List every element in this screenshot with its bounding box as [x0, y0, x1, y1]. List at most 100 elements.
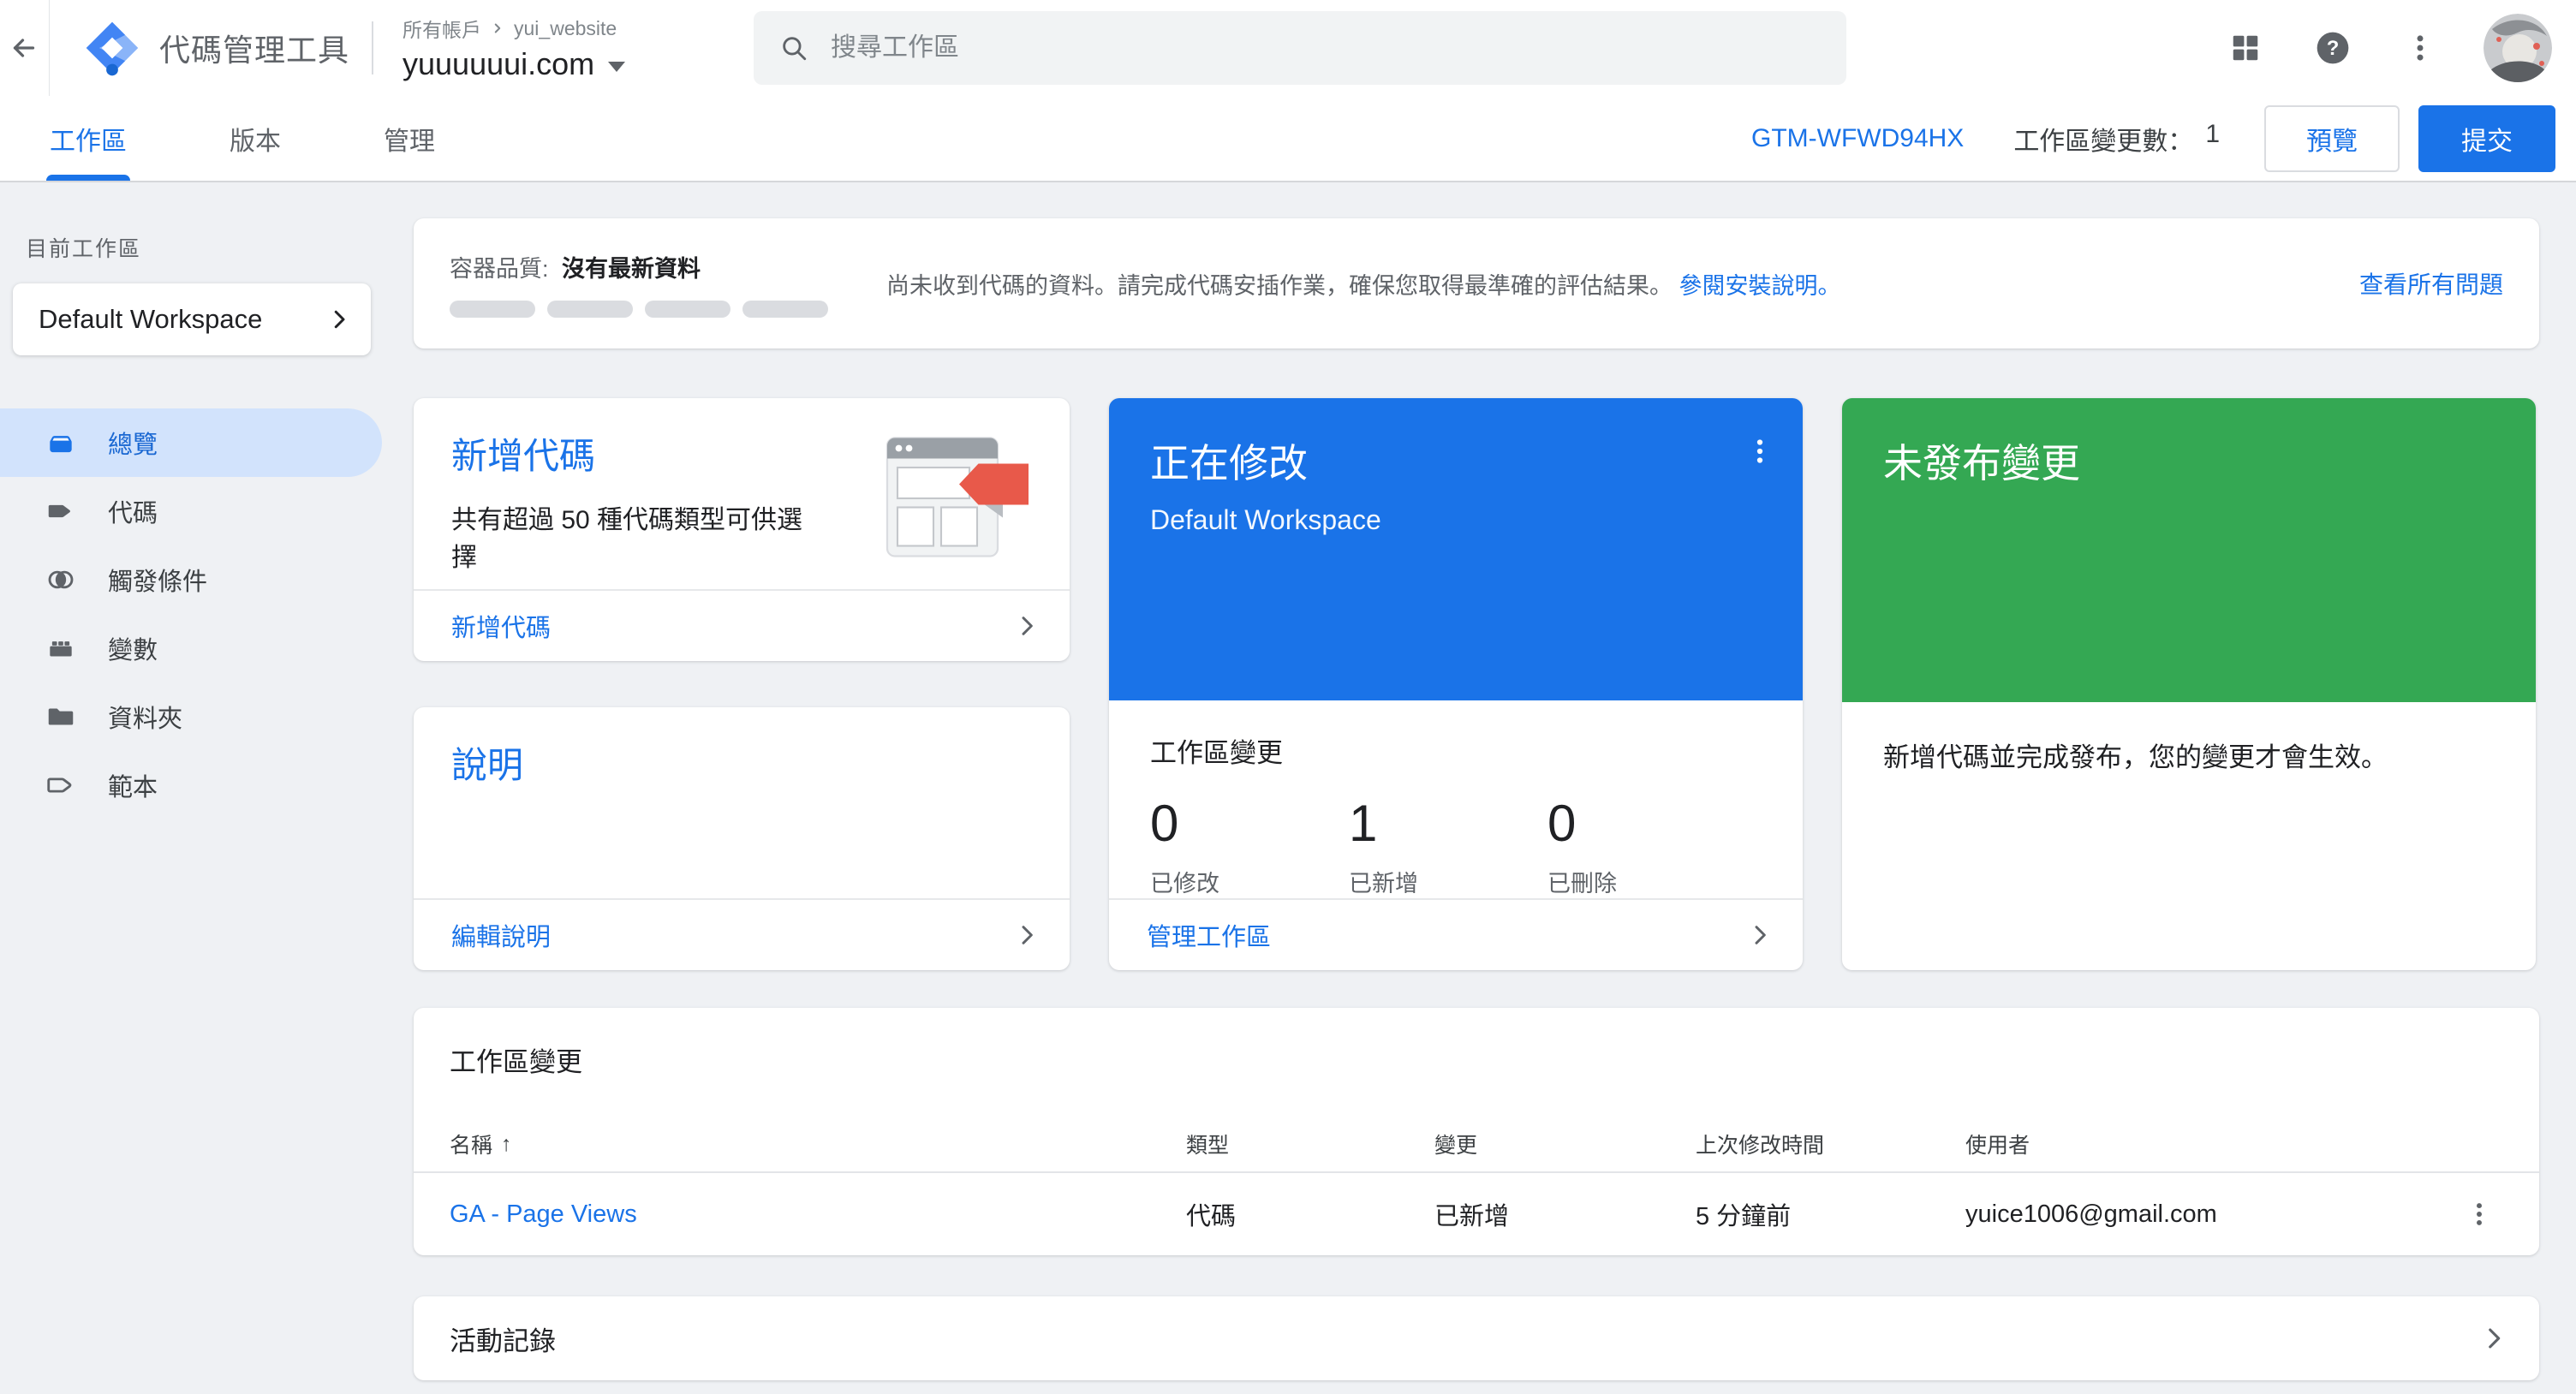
gtm-logo-icon: [84, 20, 140, 76]
workspace-grid-button[interactable]: [2221, 24, 2269, 72]
change-item-link[interactable]: GA - Page Views: [450, 1200, 637, 1228]
account-switcher[interactable]: 所有帳戶 yui_website yuuuuuui.com: [402, 14, 626, 82]
gtm-workspace-page: 代碼管理工具 所有帳戶 yui_website yuuuuuui.com ?: [0, 0, 2576, 1394]
container-tabbar: 工作區 版本 管理 GTM-WFWD94HX 工作區變更數： 1 預覽 提交: [0, 96, 2576, 182]
sidebar-menu: 總覽 代碼 觸發條件 變數 資料夾 範本: [0, 408, 399, 819]
sidebar-item-folders[interactable]: 資料夾: [0, 682, 399, 751]
column-change[interactable]: 變更: [1434, 1129, 1696, 1159]
tabs: 工作區 版本 管理: [46, 96, 438, 181]
sidebar-item-triggers[interactable]: 觸發條件: [0, 545, 399, 614]
container-id-link[interactable]: GTM-WFWD94HX: [1751, 124, 1964, 153]
description-title: 說明: [451, 745, 524, 785]
breadcrumb: 所有帳戶 yui_website: [402, 14, 625, 43]
new-tag-card: 新增代碼 共有超過 50 種代碼類型可供選擇 新增代碼: [414, 398, 1070, 661]
search-icon: [783, 37, 807, 61]
editing-title: 正在修改: [1150, 441, 1308, 486]
workspace-selector[interactable]: Default Workspace: [13, 283, 371, 355]
quality-meter-segment: [450, 300, 535, 318]
workspace-changes-title: 工作區變更: [1150, 738, 1283, 768]
app-title: 代碼管理工具: [159, 33, 350, 68]
change-item-modified: 5 分鐘前: [1696, 1203, 1792, 1230]
tag-illustration: [885, 431, 1039, 568]
submit-button[interactable]: 提交: [2418, 104, 2555, 172]
tabbar-actions: GTM-WFWD94HX 工作區變更數： 1 預覽 提交: [1751, 96, 2555, 181]
install-guide-link[interactable]: 參閱安裝說明。: [1679, 273, 1841, 299]
quality-summary: 容器品質: 沒有最新資料: [450, 250, 852, 318]
sidebar-item-overview[interactable]: 總覽: [0, 408, 382, 477]
table-header-row: 名稱 ↑ 類型 變更 上次修改時間 使用者: [414, 1117, 2539, 1171]
chevron-right-icon: [1755, 926, 1766, 944]
tab-admin[interactable]: 管理: [380, 96, 438, 181]
chevron-right-icon: [1022, 926, 1033, 944]
sidebar-item-tags[interactable]: 代碼: [0, 477, 399, 545]
description-card: 說明 編輯說明: [414, 707, 1070, 970]
changes-count-value: 1: [2205, 119, 2220, 148]
column-type[interactable]: 類型: [1186, 1129, 1434, 1159]
activity-log-card[interactable]: 活動記錄: [414, 1296, 2539, 1380]
help-button[interactable]: ?: [2309, 24, 2357, 72]
overview-icon: [50, 436, 72, 453]
stat-added: 1 已新增: [1349, 795, 1418, 897]
breadcrumb-account: yui_website: [514, 16, 617, 39]
header-actions: ?: [2221, 0, 2552, 96]
unpublished-changes-card: 未發布變更 新增代碼並完成發布，您的變更才會生效。: [1842, 398, 2536, 970]
user-avatar[interactable]: [2484, 14, 2552, 82]
workspace-changes-stats: 0 已修改 1 已新增 0 已刪除: [1150, 794, 1762, 898]
unpublished-description: 新增代碼並完成發布，您的變更才會生效。: [1883, 742, 2388, 772]
workspace-name: Default Workspace: [39, 304, 263, 334]
back-button[interactable]: [0, 0, 48, 96]
sidebar: 目前工作區 Default Workspace 總覽 代碼 觸發條件 變數 資料…: [0, 184, 399, 1394]
quality-meter-segment: [742, 300, 828, 318]
quality-value: 沒有最新資料: [562, 255, 701, 282]
sort-ascending-icon: ↑: [501, 1131, 512, 1156]
table-title: 工作區變更: [450, 1047, 582, 1077]
sidebar-item-variables[interactable]: 變數: [0, 614, 399, 682]
row-menu-button[interactable]: [2455, 1190, 2503, 1238]
chevron-right-icon: [334, 310, 345, 329]
change-item-user: yuice1006@gmail.com: [1965, 1200, 2217, 1228]
tab-workspace[interactable]: 工作區: [46, 96, 130, 181]
manage-workspace-button[interactable]: 管理工作區: [1109, 898, 1803, 970]
new-tag-description: 共有超過 50 種代碼類型可供選擇: [451, 506, 803, 572]
editing-workspace-name: Default Workspace: [1150, 504, 1381, 535]
more-vertical-icon: [1756, 439, 1763, 463]
trigger-icon: [48, 570, 74, 589]
workspace-changes-count: 工作區變更數： 1: [2013, 119, 2220, 156]
column-last-modified[interactable]: 上次修改時間: [1696, 1129, 1965, 1159]
sidebar-item-templates[interactable]: 範本: [0, 751, 399, 819]
workspace-search: [754, 11, 1846, 85]
more-vertical-icon: [2417, 35, 2424, 61]
template-icon: [47, 777, 72, 793]
breadcrumb-chevron-icon: [494, 23, 501, 33]
more-options-button[interactable]: [2396, 24, 2444, 72]
column-user[interactable]: 使用者: [1965, 1129, 2452, 1159]
quality-label: 容器品質:: [450, 255, 549, 282]
chevron-right-icon: [2489, 1328, 2501, 1349]
dropdown-caret-icon: [608, 62, 626, 72]
unpublished-title: 未發布變更: [1883, 441, 2080, 486]
current-workspace-label: 目前工作區: [26, 237, 142, 261]
edit-description-button[interactable]: 編輯說明: [414, 898, 1070, 970]
help-icon: ?: [2317, 32, 2349, 64]
folder-icon: [48, 708, 74, 725]
tag-icon: [48, 504, 70, 518]
header-edge-divider: [49, 0, 50, 96]
editing-card-menu-button[interactable]: [1736, 427, 1784, 475]
arrow-left-icon: [13, 39, 35, 57]
column-name[interactable]: 名稱 ↑: [450, 1129, 1186, 1159]
svg-text:?: ?: [2327, 37, 2340, 60]
new-tag-footer-button[interactable]: 新增代碼: [414, 589, 1070, 661]
quality-meter-segment: [547, 300, 633, 318]
preview-button[interactable]: 預覽: [2264, 104, 2400, 172]
view-all-issues-link[interactable]: 查看所有問題: [2359, 266, 2503, 301]
tab-versions[interactable]: 版本: [226, 96, 284, 181]
more-vertical-icon: [2477, 1203, 2482, 1225]
chevron-right-icon: [1022, 617, 1033, 635]
quality-message: 尚未收到代碼的資料。請完成代碼安插作業，確保您取得最準確的評估結果。 參閱安裝說…: [886, 272, 1841, 299]
quality-meter-segment: [645, 300, 730, 318]
main-panel: 容器品質: 沒有最新資料 尚未收到代碼的資料。請完成代碼安插作業，確保您取得最準…: [414, 184, 2539, 1380]
search-input[interactable]: [831, 33, 1821, 63]
table-row: GA - Page Views 代碼 已新增 5 分鐘前 yuice1006@g…: [414, 1173, 2539, 1255]
quality-meter: [450, 300, 852, 318]
variable-icon: [50, 641, 72, 657]
